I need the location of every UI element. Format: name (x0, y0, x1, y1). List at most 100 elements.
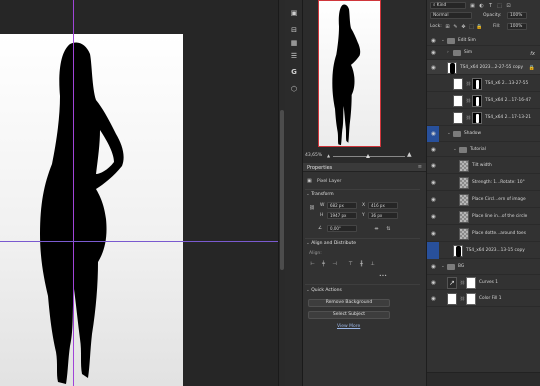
lock-all-icon[interactable]: 🔒 (476, 24, 483, 30)
align-left-icon[interactable]: ⊢ (309, 261, 316, 267)
layer-row[interactable]: ⛓ TS4_x64 2...17-16-47 (427, 92, 540, 109)
flip-horizontal-icon[interactable]: ⇹ (373, 226, 380, 232)
height-field[interactable]: 1947 px (327, 212, 357, 219)
eye-icon[interactable]: ◉ (430, 38, 437, 44)
view-more-link[interactable]: View More (337, 324, 360, 329)
align-top-icon[interactable]: ⊤ (347, 261, 354, 267)
zoom-in-icon[interactable]: ▲ (407, 151, 412, 158)
filter-pixel-icon[interactable]: ▣ (469, 3, 476, 9)
layer-row[interactable]: ◉ Place line in...of the circle (427, 208, 540, 225)
layer-row[interactable]: ◉ ⌄ BG (427, 259, 540, 275)
glyphs-icon[interactable]: G (289, 68, 299, 76)
link-icon[interactable]: ⛓ (460, 296, 465, 301)
layer-mask-thumbnail[interactable] (472, 94, 482, 107)
eye-icon[interactable]: ◉ (430, 180, 437, 186)
filter-type-icon[interactable]: T (487, 3, 494, 9)
layer-row[interactable]: ◉ ⌄ Shadow (427, 126, 540, 142)
guide-horizontal[interactable] (0, 241, 278, 242)
twirl-chevron-icon[interactable]: ⌄ (441, 38, 445, 43)
layer-row[interactable]: ◉ Tilt width (427, 157, 540, 174)
panel-menu-icon[interactable]: ≡ (418, 164, 422, 170)
eye-icon[interactable]: ◉ (430, 264, 437, 270)
eye-icon[interactable]: ◉ (430, 280, 437, 286)
eye-icon[interactable]: ◉ (430, 197, 437, 203)
lock-image-icon[interactable]: ✎ (452, 24, 459, 30)
transform-section-header[interactable]: Transform (306, 192, 333, 197)
layer-mask-thumbnail[interactable] (472, 77, 482, 90)
x-field[interactable]: 416 px (368, 202, 398, 209)
twirl-chevron-icon[interactable]: ⌄ (441, 264, 445, 269)
layer-row[interactable]: ⛓ TS4_x64 2...17-13-21 (427, 109, 540, 126)
layer-row[interactable]: TS4_x64 2023...13-15 copy (427, 242, 540, 259)
fx-icon[interactable]: fx (530, 51, 535, 57)
more-options-icon[interactable]: ••• (379, 274, 387, 279)
visibility-cell[interactable] (427, 242, 439, 259)
y-field[interactable]: 36 px (368, 212, 398, 219)
lock-transparency-icon[interactable]: ⊞ (444, 24, 451, 30)
layer-row[interactable]: ⛓ TS4_x6 2...13-27-55 (427, 75, 540, 92)
visibility-cell[interactable] (427, 75, 439, 92)
scrollbar-thumb[interactable] (280, 110, 284, 270)
layer-row[interactable]: ◉ Strength: 1...Rotate: 10° (427, 174, 540, 191)
align-center-h-icon[interactable]: ╪ (320, 261, 327, 267)
eye-icon[interactable]: ◉ (430, 65, 437, 71)
layer-row[interactable]: ◉ ⌄ Edit Sim (427, 35, 540, 46)
guide-vertical[interactable] (73, 0, 74, 386)
layer-row[interactable]: ◉ › Sim fx (427, 46, 540, 60)
align-bottom-icon[interactable]: ⊥ (369, 261, 376, 267)
eye-icon[interactable]: ◉ (430, 147, 437, 153)
lock-position-icon[interactable]: ✥ (460, 24, 467, 30)
twirl-chevron-icon[interactable]: ⌄ (447, 131, 451, 136)
align-right-icon[interactable]: ⊣ (331, 261, 338, 267)
select-subject-button[interactable]: Select Subject (308, 311, 390, 319)
eye-icon[interactable]: ◉ (430, 50, 437, 56)
twirl-chevron-icon[interactable]: ⌄ (453, 147, 457, 152)
layer-row[interactable]: ◉ Place dotte...around toes (427, 225, 540, 242)
layer-row[interactable]: ◉ ⛓ Color Fill 1 (427, 290, 540, 307)
filter-kind-select[interactable]: ⌕ Kind (430, 2, 466, 9)
eye-icon[interactable]: ◉ (430, 296, 437, 302)
layer-mask-thumbnail[interactable] (466, 292, 476, 305)
eye-icon[interactable]: ◉ (430, 214, 437, 220)
angle-field[interactable]: 0,00° (327, 225, 357, 232)
visibility-cell[interactable] (427, 109, 439, 126)
width-field[interactable]: 682 px (327, 202, 357, 209)
filter-shape-icon[interactable]: ⬚ (496, 3, 503, 9)
twirl-chevron-icon[interactable]: › (447, 50, 449, 55)
link-icon[interactable]: ⛓ (460, 280, 465, 285)
link-icon[interactable]: ⛓ (466, 115, 471, 120)
libraries-icon[interactable]: ☰ (289, 52, 299, 60)
link-icon[interactable]: ⛓ (466, 81, 471, 86)
layer-row[interactable]: ◉ Place Circl...ern of image (427, 191, 540, 208)
eye-icon[interactable]: ◉ (430, 163, 437, 169)
fill-field[interactable]: 100% (507, 23, 527, 30)
history-icon[interactable]: ⊟ (289, 26, 299, 34)
lock-artboard-icon[interactable]: ⬚ (468, 24, 475, 30)
swatches-icon[interactable]: ▦ (289, 39, 299, 47)
zoom-out-icon[interactable]: ▲ (327, 153, 330, 158)
canvas-area[interactable] (0, 0, 278, 386)
link-dimensions-icon[interactable]: ⛓ (309, 206, 315, 211)
navigator-icon[interactable]: ▣ (289, 9, 299, 17)
layer-row[interactable]: ◉ ↗ ⛓ Curves 1 (427, 275, 540, 290)
remove-background-button[interactable]: Remove Background (308, 299, 390, 307)
zoom-slider[interactable] (333, 154, 405, 158)
filter-adjust-icon[interactable]: ◐ (478, 3, 485, 9)
properties-tab[interactable]: Properties ≡ (303, 163, 426, 172)
filter-smart-icon[interactable]: ⊡ (505, 3, 512, 9)
layer-row[interactable]: ◉ TS4_x64 2023...2-27-55 copy 🔒 (427, 60, 540, 75)
visibility-cell[interactable] (427, 92, 439, 109)
eye-icon[interactable]: ◉ (430, 131, 437, 137)
align-middle-v-icon[interactable]: ╫ (358, 261, 365, 267)
layer-row[interactable]: ◉ ⌄ Tutorial (427, 142, 540, 157)
navigator-zoom-value[interactable]: 43,65% (305, 153, 322, 158)
eye-icon[interactable]: ◉ (430, 231, 437, 237)
document-canvas[interactable] (0, 34, 183, 386)
zoom-slider-knob[interactable] (366, 154, 370, 158)
flip-vertical-icon[interactable]: ⇅ (385, 226, 392, 232)
layer-mask-thumbnail[interactable] (466, 277, 476, 289)
navigator-preview[interactable] (318, 0, 381, 147)
blend-mode-select[interactable]: Normal (430, 12, 472, 19)
opacity-field[interactable]: 100% (507, 12, 527, 19)
quick-actions-header[interactable]: Quick Actions (306, 288, 342, 293)
